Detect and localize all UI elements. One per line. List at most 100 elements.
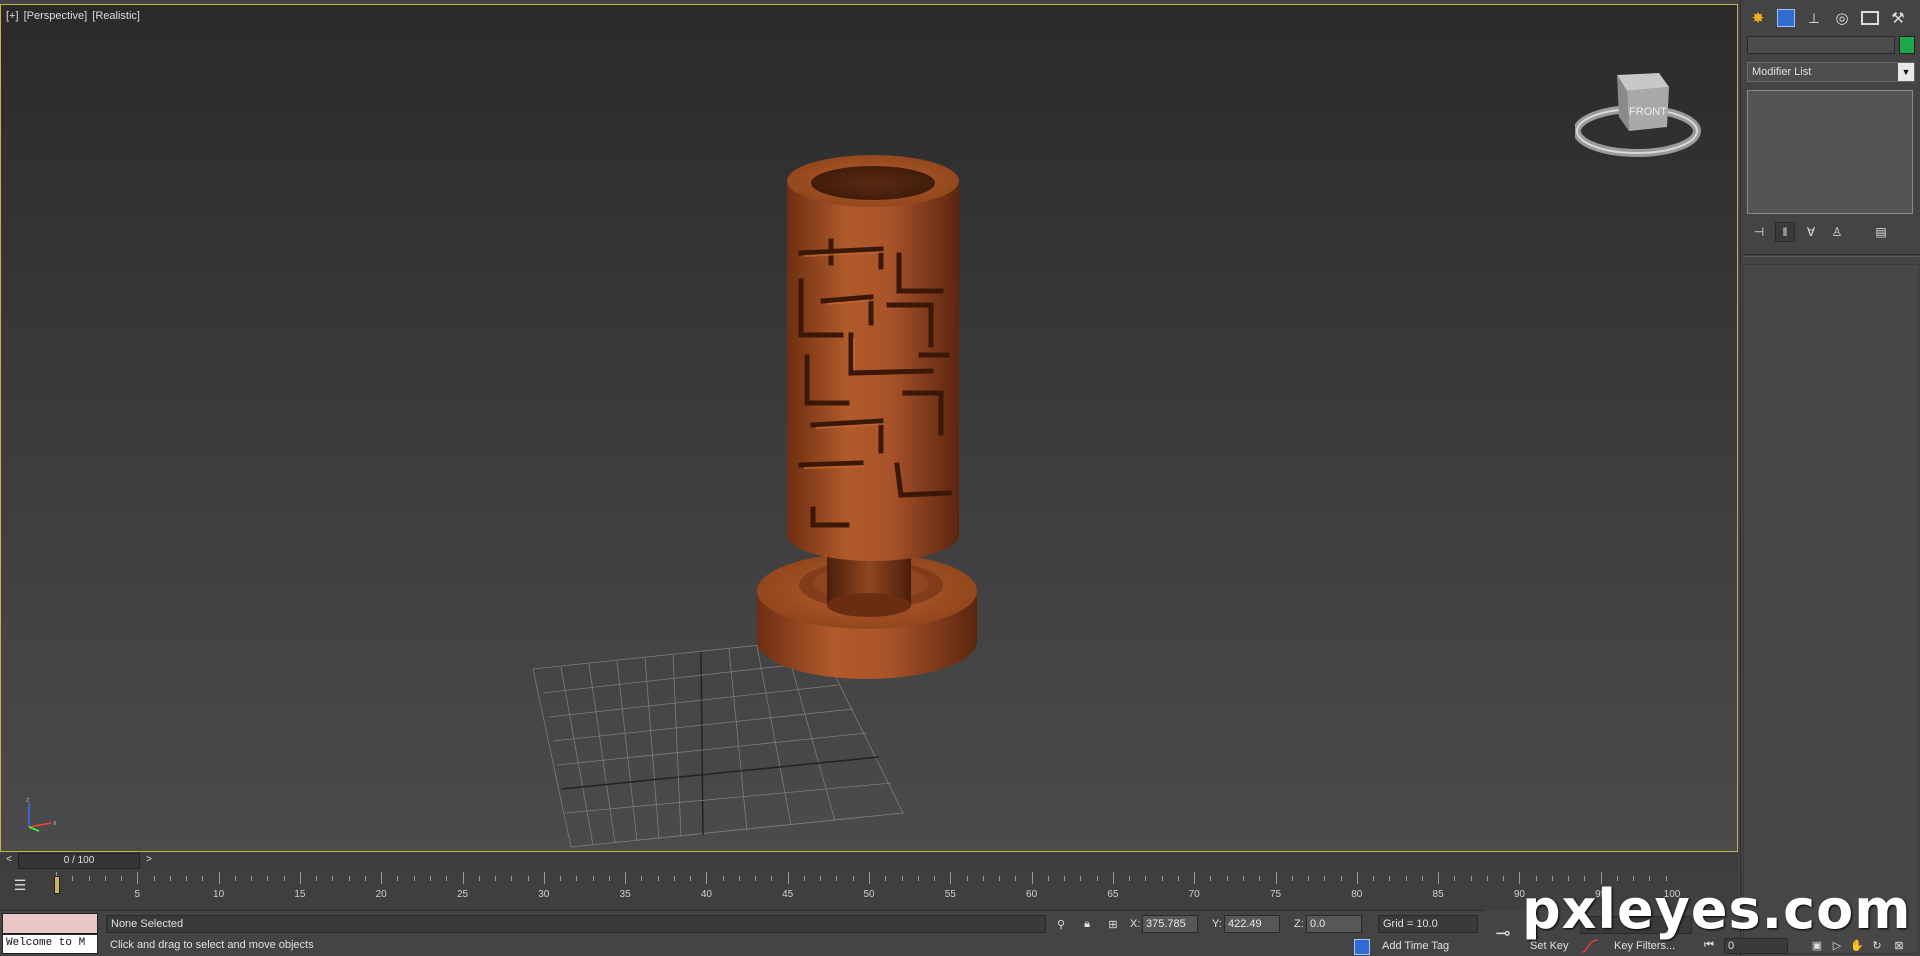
modifier-stack-list[interactable] bbox=[1747, 90, 1913, 214]
x-label: X: bbox=[1130, 918, 1141, 930]
time-config-icon: ▣ bbox=[1811, 939, 1823, 952]
axis-tripod: z x bbox=[26, 797, 57, 832]
key-filters-button[interactable]: Key Filters... bbox=[1614, 940, 1675, 952]
z-label: Z: bbox=[1294, 918, 1304, 930]
create-icon: ✸ bbox=[1751, 10, 1765, 27]
show-end-result-button[interactable]: ‖ bbox=[1775, 222, 1795, 242]
current-frame-field[interactable]: 0 bbox=[1724, 938, 1788, 954]
modifier-list-dropdown[interactable]: Modifier List ▼ bbox=[1747, 62, 1915, 82]
ruler-tick-label: 30 bbox=[538, 889, 550, 900]
maximize-icon: ⊠ bbox=[1894, 939, 1904, 952]
current-frame-marker[interactable] bbox=[54, 876, 60, 894]
maximize-viewport-button[interactable]: ⊠ bbox=[1890, 936, 1908, 954]
status-bar: Welcome to M None Selected Click and dra… bbox=[0, 910, 1738, 956]
show-end-result-icon: ‖ bbox=[1782, 225, 1788, 239]
ruler-tick-label: 80 bbox=[1351, 889, 1363, 900]
utilities-tab[interactable]: ⚒ bbox=[1885, 6, 1911, 30]
key-mode-dropdown[interactable] bbox=[1580, 916, 1692, 934]
create-tab[interactable]: ✸ bbox=[1745, 6, 1771, 30]
time-slider-prev-button[interactable]: < bbox=[2, 854, 16, 868]
motion-tab[interactable]: ◎ bbox=[1829, 6, 1855, 30]
go-to-start-icon: ⏮ bbox=[1704, 938, 1714, 951]
track-view-icon: ☰ bbox=[13, 876, 27, 893]
zoom-extents-button[interactable]: ▷ bbox=[1828, 936, 1846, 954]
isolate-selection-button[interactable]: ⚲ bbox=[1052, 915, 1070, 933]
viewport-label-menu[interactable]: [+] [Perspective] [Realistic] bbox=[6, 10, 142, 22]
remove-modifier-icon: ♙ bbox=[1831, 225, 1843, 239]
ruler-tick-label: 75 bbox=[1270, 889, 1282, 900]
motion-icon: ◎ bbox=[1835, 10, 1849, 27]
curve-editor-toggle-button[interactable]: ☰ bbox=[8, 874, 32, 896]
maxscript-input-line[interactable]: Welcome to M bbox=[2, 934, 98, 954]
hierarchy-icon: ⊥ bbox=[1807, 9, 1821, 26]
svg-text:z: z bbox=[26, 797, 30, 804]
utilities-icon: ⚒ bbox=[1891, 10, 1905, 27]
maxscript-output-line[interactable] bbox=[2, 913, 98, 934]
object-color-swatch[interactable] bbox=[1899, 36, 1915, 54]
selection-status-text: None Selected bbox=[106, 915, 1046, 933]
command-panel-tabs: ✸ ⊥ ◎ ⚒ bbox=[1745, 6, 1917, 30]
3ds-max-window: [+] [Perspective] [Realistic] FRONT z x … bbox=[0, 0, 1920, 956]
ruler-tick-label: 70 bbox=[1189, 889, 1201, 900]
remove-modifier-button[interactable]: ♙ bbox=[1827, 222, 1847, 242]
viewport-shading-menu[interactable]: [Realistic] bbox=[92, 10, 140, 22]
prompt-line-text: Click and drag to select and move object… bbox=[110, 939, 314, 951]
dropdown-arrow-icon: ▼ bbox=[1898, 63, 1914, 81]
ruler-tick-label: 15 bbox=[294, 889, 306, 900]
pin-stack-icon: ⊣ bbox=[1753, 225, 1765, 239]
isolate-icon: ⚲ bbox=[1056, 918, 1066, 931]
orbit-button[interactable]: ↻ bbox=[1868, 936, 1886, 954]
key-icon: ⊸ bbox=[1495, 922, 1511, 943]
time-slider[interactable]: < 0 / 100 > bbox=[0, 852, 1738, 870]
frame-ruler-ticks: 5 10 15 20 25 30 35 40 45 50 55 60 65 70 75 80 85 90 95 100 bbox=[56, 872, 1681, 900]
ruler-tick-label: 65 bbox=[1107, 889, 1119, 900]
ruler-tick-label: 55 bbox=[945, 889, 957, 900]
modify-tab[interactable] bbox=[1773, 6, 1799, 30]
configure-modifier-sets-button[interactable]: ▤ bbox=[1871, 222, 1891, 242]
set-keys-button[interactable]: ⊸ bbox=[1488, 920, 1518, 946]
viewcube[interactable]: FRONT bbox=[1575, 65, 1705, 165]
pan-view-button[interactable]: ✋ bbox=[1848, 936, 1866, 954]
time-configuration-button[interactable]: ▣ bbox=[1808, 936, 1826, 954]
viewcube-front-label: FRONT bbox=[1629, 106, 1667, 118]
time-slider-next-button[interactable]: > bbox=[142, 854, 156, 868]
make-unique-icon: ∀ bbox=[1806, 225, 1816, 239]
viewport-general-menu[interactable]: [+] bbox=[6, 10, 19, 22]
ruler-tick-label: 20 bbox=[376, 889, 388, 900]
modifier-stack-tools: ⊣ ‖ ∀ ♙ ▤ bbox=[1749, 222, 1913, 242]
z-coordinate-field[interactable]: 0.0 bbox=[1306, 915, 1362, 933]
display-tab[interactable] bbox=[1857, 6, 1883, 30]
time-slider-thumb[interactable]: 0 / 100 bbox=[18, 853, 140, 869]
maze-cylinder bbox=[787, 155, 959, 561]
rollout-area bbox=[1743, 264, 1919, 954]
ruler-tick-label: 35 bbox=[620, 889, 632, 900]
orbit-icon: ↻ bbox=[1872, 939, 1882, 952]
selection-lock-button[interactable]: 🔒︎ bbox=[1078, 915, 1096, 933]
ruler-tick-label: 90 bbox=[1514, 889, 1526, 900]
y-label: Y: bbox=[1212, 918, 1222, 930]
transform-mode-button[interactable]: ⊞ bbox=[1104, 915, 1122, 933]
go-to-start-button[interactable]: ⏮ bbox=[1700, 936, 1718, 954]
frame-ruler[interactable]: 5 10 15 20 25 30 35 40 45 50 55 60 65 70 75 80 85 90 95 100 bbox=[56, 872, 1682, 904]
object-name-field[interactable] bbox=[1747, 36, 1895, 54]
y-coordinate-field[interactable]: 422.49 bbox=[1224, 915, 1280, 933]
key-tangent-icon[interactable] bbox=[1580, 938, 1600, 954]
ruler-tick-label: 85 bbox=[1433, 889, 1445, 900]
panel-divider bbox=[1743, 254, 1919, 257]
ruler-tick-label: 60 bbox=[1026, 889, 1038, 900]
make-unique-button[interactable]: ∀ bbox=[1801, 222, 1821, 242]
add-time-tag-button[interactable]: Add Time Tag bbox=[1382, 940, 1449, 952]
maxscript-mini-listener[interactable]: Welcome to M bbox=[2, 913, 98, 955]
pan-hand-icon: ✋ bbox=[1850, 939, 1864, 952]
pin-stack-button[interactable]: ⊣ bbox=[1749, 222, 1769, 242]
time-tag-icon[interactable] bbox=[1354, 939, 1370, 955]
set-key-toggle[interactable]: Set Key bbox=[1530, 940, 1569, 952]
perspective-viewport[interactable]: [+] [Perspective] [Realistic] FRONT z x bbox=[0, 4, 1738, 852]
viewport-point-of-view-menu[interactable]: [Perspective] bbox=[24, 10, 88, 22]
x-coordinate-field[interactable]: 375.785 bbox=[1142, 915, 1198, 933]
ruler-tick-label: 95 bbox=[1595, 889, 1607, 900]
display-icon bbox=[1861, 11, 1879, 25]
hierarchy-tab[interactable]: ⊥ bbox=[1801, 6, 1827, 30]
scene-render bbox=[532, 155, 977, 848]
track-bar[interactable]: ☰ 5 10 15 20 25 30 35 40 45 50 55 60 65 70 75 80 85 90 95 1… bbox=[0, 870, 1738, 910]
